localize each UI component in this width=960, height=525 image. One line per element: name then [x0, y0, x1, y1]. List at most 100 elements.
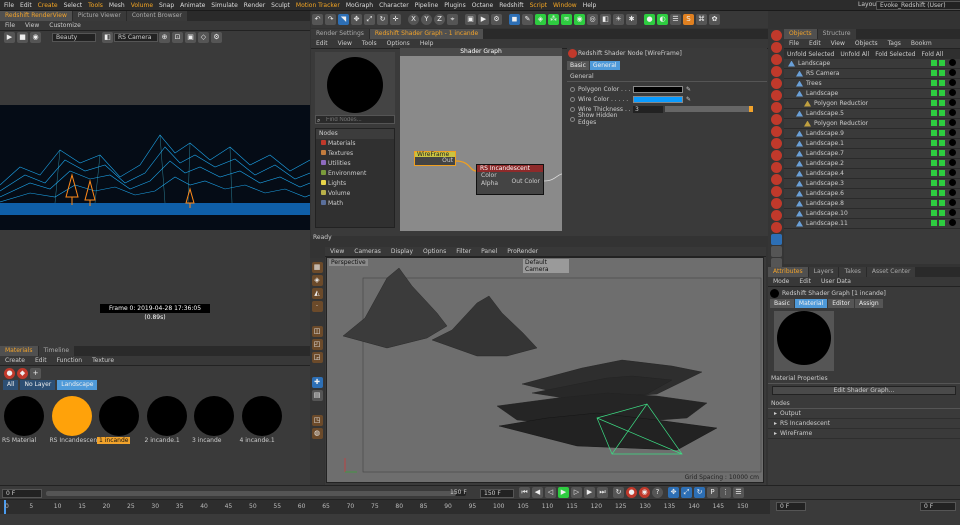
- render-view-icon[interactable]: ▶: [478, 14, 489, 25]
- object-tool-icon[interactable]: [770, 210, 782, 221]
- y-axis-icon[interactable]: Y: [421, 14, 432, 25]
- object-row[interactable]: Landscape.3: [784, 179, 960, 189]
- key-icon[interactable]: ◆: [17, 367, 28, 379]
- object-tool-icon[interactable]: [770, 234, 782, 245]
- point-mode-icon[interactable]: ⋅: [311, 301, 323, 312]
- renderview-tab-0[interactable]: Redshift RenderView: [0, 11, 72, 21]
- menu-item-sculpt[interactable]: Sculpt: [271, 2, 290, 9]
- render-visibility-icon[interactable]: [939, 60, 945, 66]
- menu-item-character[interactable]: Character: [379, 2, 409, 9]
- object-row[interactable]: Polygon Reduction: [784, 119, 960, 129]
- viewport-menu-display[interactable]: Display: [391, 248, 413, 255]
- object-menu-file[interactable]: File: [789, 40, 799, 47]
- property-color-swatch[interactable]: [633, 95, 683, 103]
- object-status[interactable]: [930, 69, 956, 78]
- render-visibility-icon[interactable]: [939, 110, 945, 116]
- thickness-slider[interactable]: [665, 106, 753, 112]
- thickness-slider-handle[interactable]: [749, 106, 753, 112]
- material-tab-0[interactable]: Materials: [0, 346, 38, 356]
- render-visibility-icon[interactable]: [939, 170, 945, 176]
- property-radio-icon[interactable]: [570, 86, 575, 92]
- prev-frame-icon[interactable]: ◁: [545, 487, 556, 498]
- object-status[interactable]: [930, 129, 956, 138]
- object-tab-1[interactable]: Structure: [817, 29, 856, 39]
- attribute-tab-1[interactable]: Layers: [808, 267, 839, 277]
- region-icon[interactable]: ▣: [185, 31, 196, 43]
- tag-icon[interactable]: [949, 149, 956, 156]
- attribute-tab-2[interactable]: Takes: [839, 267, 866, 277]
- material-layer-filter[interactable]: All: [3, 380, 19, 390]
- shader-menu-options[interactable]: Options: [387, 40, 410, 47]
- property-radio-icon[interactable]: [570, 106, 575, 112]
- expand-arrow-icon[interactable]: ▸: [774, 420, 777, 427]
- tag-icon[interactable]: [949, 199, 956, 206]
- script-icon[interactable]: ✿: [709, 14, 720, 25]
- recent-tool-icon[interactable]: ✛: [390, 14, 401, 25]
- attribute-subtab-material[interactable]: Material: [794, 299, 828, 308]
- object-tool-icon[interactable]: [770, 42, 782, 53]
- object-row[interactable]: Landscape: [784, 89, 960, 99]
- render-visibility-icon[interactable]: [939, 70, 945, 76]
- visibility-icon[interactable]: [931, 110, 937, 116]
- coord-system-icon[interactable]: ⌖: [447, 14, 458, 25]
- object-tool-icon[interactable]: [770, 162, 782, 173]
- eyedropper-icon[interactable]: ✎: [686, 96, 691, 103]
- current-frame-field[interactable]: 0 F: [776, 502, 806, 511]
- expand-arrow-icon[interactable]: ▸: [774, 430, 777, 437]
- shader-menu-view[interactable]: View: [338, 40, 352, 47]
- python-icon[interactable]: ⌘: [696, 14, 707, 25]
- object-tool-icon[interactable]: [770, 222, 782, 233]
- shader-menu-edit[interactable]: Edit: [316, 40, 328, 47]
- renderview-menu-customize[interactable]: Customize: [49, 22, 81, 29]
- shader-menu-help[interactable]: Help: [420, 40, 434, 47]
- fold-action-3[interactable]: Fold All: [922, 51, 944, 58]
- sculpt-icon[interactable]: ◍: [311, 428, 323, 439]
- tag-icon[interactable]: [949, 169, 956, 176]
- render-visibility-icon[interactable]: [939, 130, 945, 136]
- object-tool-icon[interactable]: [770, 198, 782, 209]
- attribute-subtab-basic[interactable]: Basic: [770, 299, 794, 308]
- lock-axis-icon[interactable]: ◳: [311, 415, 323, 426]
- renderview-menu-file[interactable]: File: [5, 22, 15, 29]
- end-frame-field[interactable]: 150 F: [480, 489, 514, 498]
- render-region-icon[interactable]: ▣: [465, 14, 476, 25]
- layout-dropdown[interactable]: Evoke_Redshift (User): [876, 1, 960, 10]
- object-status[interactable]: [930, 149, 956, 158]
- camera-object-icon[interactable]: ◧: [600, 14, 611, 25]
- object-status[interactable]: [930, 159, 956, 168]
- object-row[interactable]: Trees: [784, 79, 960, 89]
- object-row[interactable]: Landscape.1: [784, 139, 960, 149]
- menu-item-help[interactable]: Help: [583, 2, 597, 9]
- menu-item-script[interactable]: Script: [530, 2, 547, 9]
- viewport-menu-view[interactable]: View: [330, 248, 344, 255]
- tag-icon[interactable]: [949, 129, 956, 136]
- render-visibility-icon[interactable]: [939, 150, 945, 156]
- object-row[interactable]: Landscape: [784, 59, 960, 69]
- visibility-icon[interactable]: [931, 170, 937, 176]
- visibility-icon[interactable]: [931, 60, 937, 66]
- snapshot-icon[interactable]: ◉: [30, 31, 41, 43]
- object-row[interactable]: Landscape.2: [784, 159, 960, 169]
- polygon-mode-icon[interactable]: ◰: [311, 339, 323, 350]
- node-category[interactable]: Utilities: [316, 159, 394, 169]
- start-frame-field[interactable]: 0 F: [2, 489, 42, 498]
- object-tool-icon[interactable]: [770, 54, 782, 65]
- renderview-tab-1[interactable]: Picture Viewer: [72, 11, 126, 21]
- material-label[interactable]: 3 incande: [192, 437, 221, 444]
- object-menu-edit[interactable]: Edit: [809, 40, 821, 47]
- object-menu-bookm[interactable]: Bookm: [911, 40, 932, 47]
- array-icon[interactable]: ⁂: [548, 14, 559, 25]
- key-scale-icon[interactable]: ⤢: [681, 487, 692, 498]
- x-axis-icon[interactable]: X: [408, 14, 419, 25]
- texture-mode-icon[interactable]: ◭: [311, 288, 323, 299]
- visibility-icon[interactable]: [931, 160, 937, 166]
- octane-settings-icon[interactable]: ☰: [670, 14, 681, 25]
- object-status[interactable]: [930, 139, 956, 148]
- undo-icon[interactable]: ↶: [312, 14, 323, 25]
- object-menu-objects[interactable]: Objects: [855, 40, 878, 47]
- attribute-node-row[interactable]: ▸ RS Incandescent: [768, 419, 960, 429]
- attribute-tab-3[interactable]: Asset Center: [866, 267, 916, 277]
- object-row[interactable]: Landscape.8: [784, 199, 960, 209]
- menu-item-tools[interactable]: Tools: [88, 2, 103, 9]
- material-layer-filter[interactable]: Landscape: [57, 380, 98, 390]
